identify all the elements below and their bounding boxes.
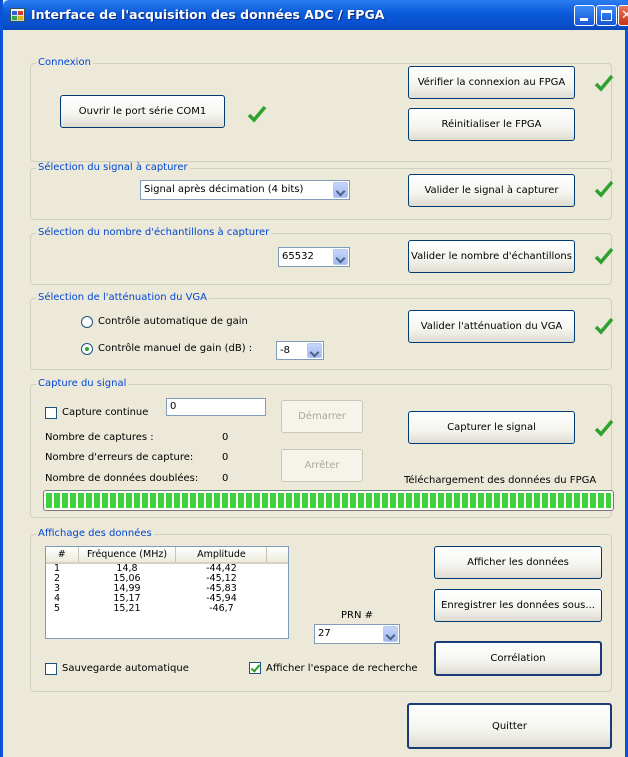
- gain-select[interactable]: -8: [276, 341, 324, 360]
- row-index-cell: 2: [54, 573, 61, 584]
- samples-select-value: 65532: [282, 251, 314, 262]
- validate-samples-button[interactable]: Valider le nombre d'échantillons: [408, 240, 575, 273]
- signal-select-value: Signal après décimation (4 bits): [144, 184, 304, 195]
- row-index-cell: 5: [54, 603, 61, 614]
- chevron-down-icon[interactable]: [307, 343, 322, 358]
- group-label: Connexion: [36, 57, 93, 68]
- frequency-cell: 15,21: [113, 603, 141, 614]
- show-search-space-checkbox[interactable]: [249, 662, 261, 674]
- data-grid[interactable]: # Fréquence (MHz) Amplitude 1 14,8 -44,42 2…: [45, 546, 289, 639]
- save-data-button[interactable]: Enregistrer les données sous...: [434, 589, 602, 622]
- open-port-button[interactable]: Ouvrir le port série COM1: [60, 95, 225, 128]
- samples-select[interactable]: 65532: [278, 247, 350, 267]
- verify-fpga-button[interactable]: Vérifier la connexion au FPGA: [408, 66, 575, 99]
- group-label: Capture du signal: [36, 378, 129, 389]
- auto-save-label: Sauvegarde automatique: [62, 663, 189, 674]
- capture-signal-button[interactable]: Capturer le signal: [408, 411, 575, 444]
- stat-errors-label: Nombre d'erreurs de capture:: [45, 452, 194, 463]
- col-header-amplitude[interactable]: Amplitude: [175, 547, 268, 564]
- download-label: Téléchargement des données du FPGA: [404, 475, 597, 486]
- amplitude-cell: -46,7: [209, 603, 234, 614]
- quit-button[interactable]: Quitter: [407, 703, 612, 749]
- check-icon: [594, 317, 614, 335]
- start-button[interactable]: Démarrer: [281, 400, 363, 433]
- table-row[interactable]: 4 15,17 -45,94: [46, 594, 288, 604]
- reset-fpga-button[interactable]: Réinitialiser le FPGA: [408, 108, 575, 141]
- group-label: Sélection du signal à capturer: [36, 162, 190, 173]
- table-row[interactable]: 3 14,99 -45,83: [46, 584, 288, 594]
- show-data-button[interactable]: Afficher les données: [434, 546, 602, 579]
- col-header-frequency[interactable]: Fréquence (MHz): [78, 547, 177, 564]
- chevron-down-icon[interactable]: [333, 182, 348, 198]
- group-label: Affichage des données: [36, 528, 154, 539]
- stat-captures-value: 0: [222, 432, 229, 443]
- radio-auto-gain-label: Contrôle automatique de gain: [98, 316, 248, 327]
- gain-select-value: -8: [280, 345, 290, 356]
- stat-duplicates-value: 0: [222, 473, 229, 484]
- prn-select[interactable]: 27: [314, 624, 400, 644]
- progress-fill: [46, 493, 611, 508]
- prn-label: PRN #: [341, 610, 374, 621]
- main-window: Interface de l'acquisition des données A…: [0, 0, 628, 757]
- radio-manual-gain[interactable]: [81, 343, 93, 355]
- close-icon[interactable]: ✕: [618, 5, 628, 26]
- chevron-down-icon[interactable]: [333, 249, 348, 265]
- continuous-capture-checkbox[interactable]: [45, 407, 57, 419]
- stop-button[interactable]: Arrêter: [281, 449, 363, 482]
- download-progress-bar: [43, 490, 614, 511]
- signal-select[interactable]: Signal après décimation (4 bits): [140, 180, 350, 200]
- table-row[interactable]: 1 14,8 -44,42: [46, 563, 288, 574]
- maximize-icon[interactable]: [596, 5, 617, 26]
- correlation-button[interactable]: Corrélation: [434, 641, 602, 676]
- app-icon: [10, 8, 25, 22]
- check-icon: [594, 247, 614, 265]
- chevron-down-icon[interactable]: [383, 626, 398, 642]
- check-icon: [247, 105, 267, 123]
- stat-errors-value: 0: [222, 452, 229, 463]
- radio-auto-gain[interactable]: [81, 316, 93, 328]
- validate-signal-button[interactable]: Valider le signal à capturer: [408, 174, 575, 207]
- prn-select-value: 27: [318, 628, 331, 639]
- group-label: Sélection de l'atténuation du VGA: [36, 292, 210, 303]
- auto-save-checkbox[interactable]: [45, 663, 57, 675]
- table-row[interactable]: 2 15,06 -45,12: [46, 574, 288, 584]
- window-title: Interface de l'acquisition des données A…: [31, 7, 385, 22]
- check-icon: [594, 180, 614, 198]
- continuous-capture-label: Capture continue: [62, 407, 149, 418]
- show-search-space-label: Afficher l'espace de recherche: [266, 663, 418, 674]
- table-row[interactable]: 5 15,21 -46,7: [46, 604, 288, 614]
- validate-vga-button[interactable]: Valider l'atténuation du VGA: [408, 310, 575, 343]
- stat-duplicates-label: Nombre de données doublées:: [45, 473, 199, 484]
- stat-captures-label: Nombre de captures :: [45, 432, 154, 443]
- row-index-cell: 4: [54, 593, 61, 604]
- col-header-index[interactable]: #: [46, 547, 79, 564]
- capture-count-input[interactable]: 0: [166, 398, 266, 416]
- check-icon: [594, 419, 614, 437]
- minimize-icon[interactable]: [574, 5, 595, 26]
- group-label: Sélection du nombre d'échantillons à cap…: [36, 227, 272, 238]
- radio-manual-gain-label: Contrôle manuel de gain (dB) :: [98, 343, 253, 354]
- check-icon: [594, 74, 614, 92]
- title-bar[interactable]: Interface de l'acquisition des données A…: [3, 0, 628, 30]
- row-index-cell: 3: [54, 583, 61, 594]
- row-index-cell: 1: [54, 563, 61, 574]
